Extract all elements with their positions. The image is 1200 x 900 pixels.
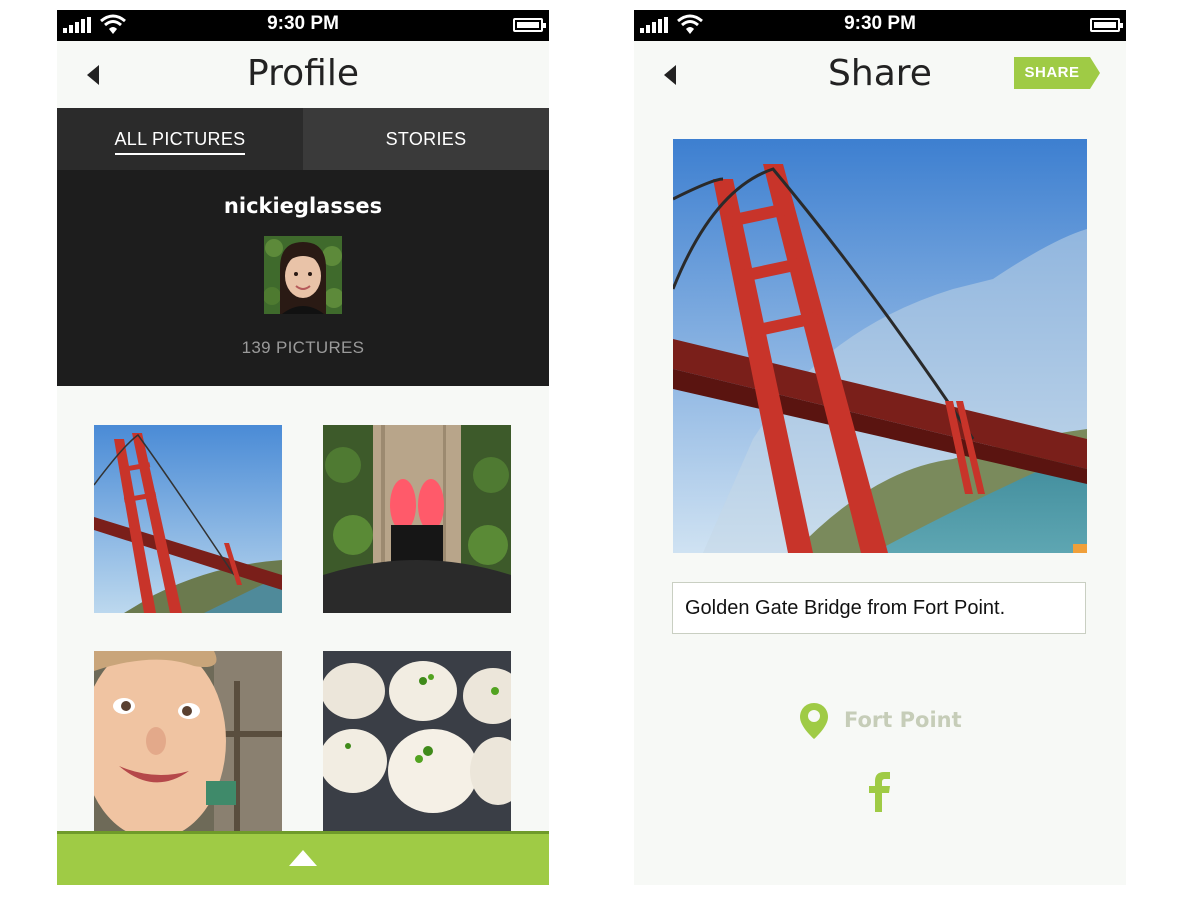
profile-screen: 9:30 PM Profile ALL PICTURES STORIES nic… — [57, 10, 549, 885]
tab-label: STORIES — [385, 129, 467, 149]
profile-header: nickieglasses 139 PICTURES — [57, 170, 549, 386]
tab-all-pictures[interactable]: ALL PICTURES — [57, 108, 303, 170]
nav-bar: Profile — [57, 41, 549, 108]
location-pin-icon — [800, 703, 828, 739]
chevron-up-icon[interactable] — [289, 850, 317, 866]
share-button[interactable]: SHARE — [1014, 57, 1100, 89]
status-time: 9:30 PM — [267, 13, 339, 34]
share-photo — [673, 139, 1087, 553]
status-bar: 9:30 PM — [634, 10, 1126, 41]
battery-icon — [1090, 18, 1123, 32]
username: nickieglasses — [223, 194, 383, 218]
tab-stories[interactable]: STORIES — [303, 108, 549, 170]
bottom-drawer-bar[interactable] — [57, 831, 549, 885]
caption-input[interactable]: Golden Gate Bridge from Fort Point. — [672, 582, 1086, 634]
nav-bar: Share SHARE — [634, 41, 1126, 108]
tab-label: ALL PICTURES — [114, 129, 246, 155]
thumbnail-buns[interactable] — [323, 651, 511, 839]
status-bar: 9:30 PM — [57, 10, 549, 41]
thumbnail-child[interactable] — [94, 651, 282, 839]
thumbnail-sneakers[interactable] — [323, 425, 511, 613]
avatar[interactable] — [264, 236, 342, 314]
profile-tabs: ALL PICTURES STORIES — [57, 108, 549, 170]
location-label: Fort Point — [844, 708, 962, 732]
battery-icon — [513, 18, 546, 32]
facebook-icon[interactable] — [868, 772, 892, 812]
thumbnail-golden-gate[interactable] — [94, 425, 282, 613]
page-title: Profile — [247, 53, 359, 94]
status-time: 9:30 PM — [844, 13, 916, 34]
picture-count: 139 PICTURES — [241, 338, 365, 357]
share-button-label: SHARE — [1024, 64, 1080, 81]
share-screen: 9:30 PM Share SHARE Golden Gate Bridge f… — [634, 10, 1126, 885]
